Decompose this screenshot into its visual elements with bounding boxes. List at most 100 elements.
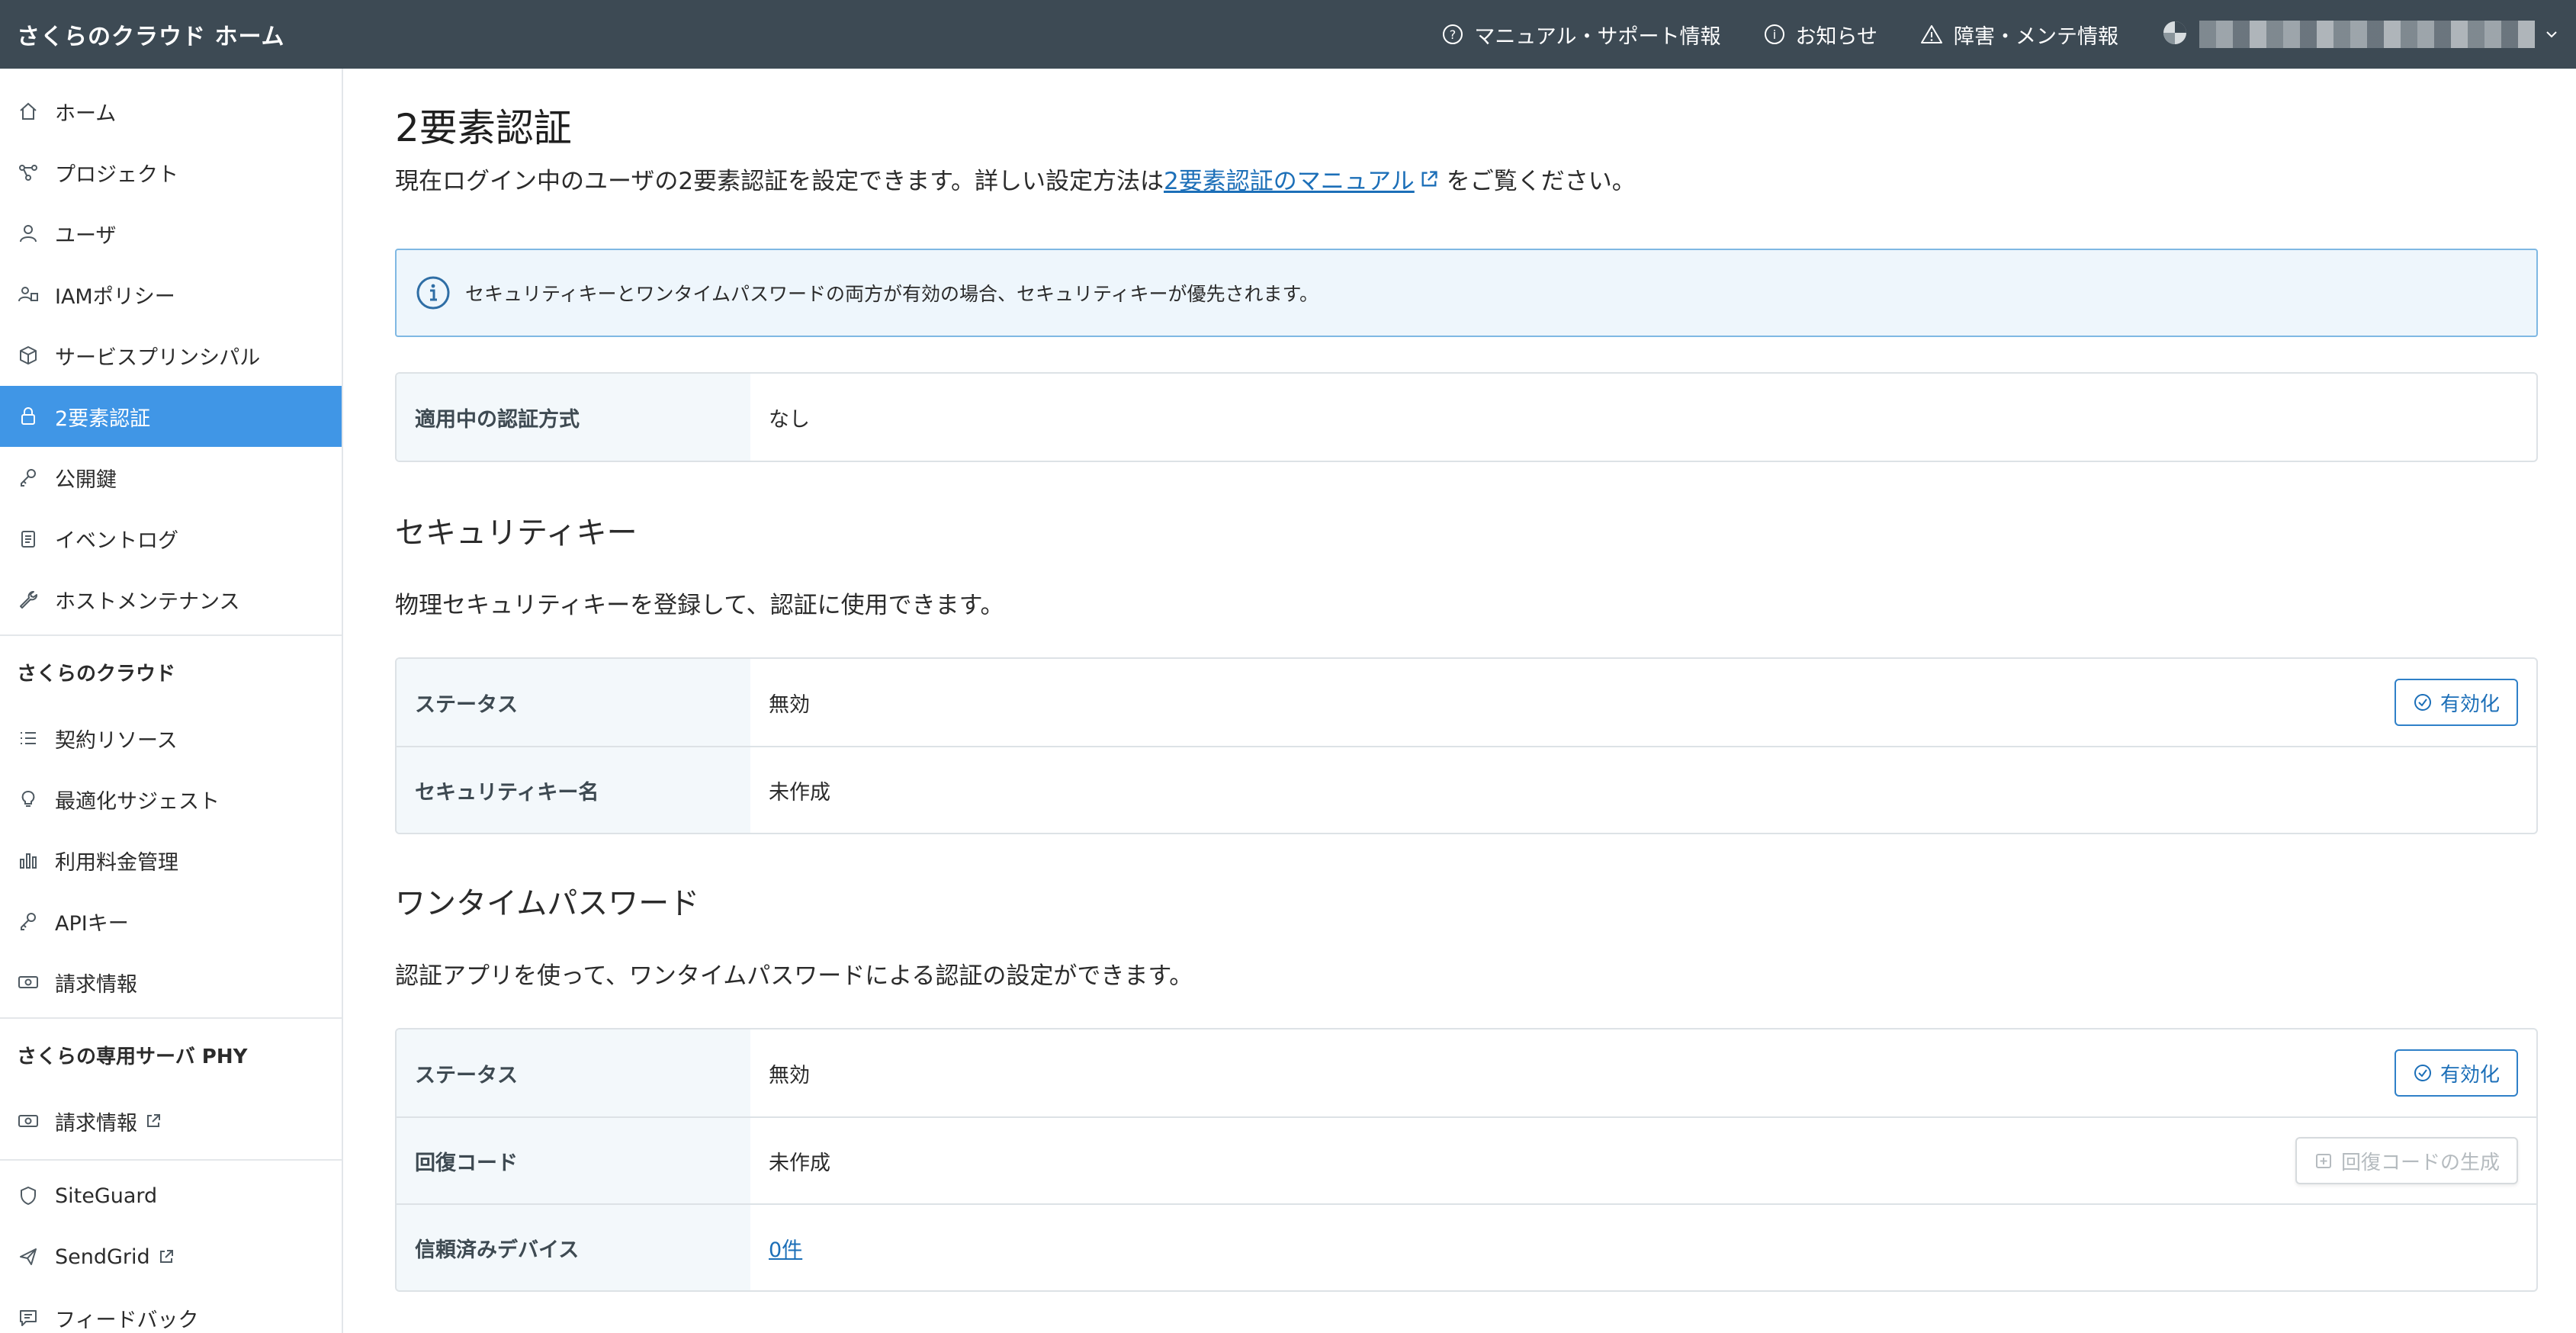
enable-button-label: 有効化 (2439, 1063, 2500, 1087)
enable-button-label: 有効化 (2439, 692, 2500, 716)
sidebar-item-host-maintenance[interactable]: ホストメンテナンス (0, 569, 342, 630)
manual-support-label: マニュアル・サポート情報 (1474, 24, 1721, 49)
feedback-icon (17, 1308, 40, 1328)
user-avatar-icon (2161, 19, 2189, 50)
table-row: ステータス 無効 有効化 (397, 1029, 2536, 1116)
sidebar-item-service-principal[interactable]: サービスプリンシパル (0, 325, 342, 386)
page-title: 2要素認証 (395, 106, 572, 150)
sidebar-section-phy: さくらの専用サーバ PHY (0, 1017, 342, 1090)
sidebar-item-invoice[interactable]: 請求情報 (0, 952, 342, 1013)
svg-text:?: ? (1450, 27, 1457, 42)
lead-prefix: 現在ログイン中のユーザの2要素認証を設定できます。詳しい設定方法は (395, 168, 1164, 195)
page-lead: 現在ログイン中のユーザの2要素認証を設定できます。詳しい設定方法は 2要素認証の… (395, 162, 1636, 196)
send-icon (17, 1247, 40, 1267)
security-key-title: セキュリティキー (395, 516, 638, 551)
sidebar-item-event-log[interactable]: イベントログ (0, 508, 342, 569)
top-links: ? マニュアル・サポート情報 i お知らせ 障害・メンテ情報 (1442, 0, 2576, 69)
lightbulb-icon (17, 789, 40, 809)
table-row: 適用中の認証方式 なし (397, 374, 2536, 461)
incident-maintenance-link[interactable]: 障害・メンテ情報 (1920, 20, 2118, 50)
recovery-code-value: 未作成 (769, 1151, 830, 1175)
security-key-enable-button[interactable]: 有効化 (2394, 679, 2518, 726)
security-key-table: ステータス 無効 有効化 セキュリティキー名 未作成 (395, 657, 2538, 834)
info-text: セキュリティキーとワンタイムパスワードの両方が有効の場合、セキュリティキーが優先… (465, 283, 1319, 305)
sidebar-item-api-key[interactable]: APIキー (0, 891, 342, 952)
sidebar-item-two-factor[interactable]: 2要素認証 (0, 386, 342, 447)
sidebar-item-label: SiteGuard (55, 1184, 158, 1208)
key-icon (17, 911, 40, 931)
sidebar-item-optimize-suggest[interactable]: 最適化サジェスト (0, 769, 342, 830)
sidebar-item-phy-invoice[interactable]: 請求情報 (0, 1090, 342, 1152)
external-link-icon (145, 1113, 162, 1129)
cube-icon (17, 345, 40, 365)
trusted-devices-label: 信頼済みデバイス (397, 1205, 750, 1290)
user-menu[interactable] (2161, 19, 2559, 50)
sidebar-item-user[interactable]: ユーザ (0, 203, 342, 264)
money-icon (17, 972, 40, 992)
check-circle-icon (2413, 692, 2433, 712)
sidebar-item-label: 契約リソース (55, 728, 178, 753)
wrench-icon (17, 589, 40, 609)
brand-title[interactable]: さくらのクラウド ホーム (17, 18, 285, 51)
warning-triangle-icon (1920, 24, 1943, 45)
incident-maintenance-label: 障害・メンテ情報 (1954, 24, 2118, 49)
sidebar-item-label: SendGrid (55, 1245, 150, 1269)
sidebar-item-home[interactable]: ホーム (0, 81, 342, 142)
table-row: 回復コード 未作成 回復コードの生成 (397, 1116, 2536, 1203)
otp-title: ワンタイムパスワード (395, 886, 700, 921)
otp-status-label: ステータス (397, 1029, 750, 1116)
sidebar-item-label: IAMポリシー (55, 284, 175, 309)
info-alert: セキュリティキーとワンタイムパスワードの両方が有効の場合、セキュリティキーが優先… (395, 249, 2538, 337)
home-icon (17, 101, 40, 121)
main-content: 2要素認証 現在ログイン中のユーザの2要素認証を設定できます。詳しい設定方法は … (395, 69, 2538, 1333)
bar-chart-icon (17, 850, 40, 870)
sidebar-divider (0, 1159, 342, 1165)
current-method-value: なし (769, 407, 810, 432)
recovery-code-label: 回復コード (397, 1118, 750, 1203)
sidebar-item-public-key[interactable]: 公開鍵 (0, 447, 342, 508)
security-key-status-label: ステータス (397, 659, 750, 746)
sidebar-item-iam-policy[interactable]: IAMポリシー (0, 264, 342, 325)
sidebar-item-label: プロジェクト (55, 162, 178, 187)
sidebar-item-label: サービスプリンシパル (55, 345, 261, 370)
otp-enable-button[interactable]: 有効化 (2394, 1049, 2518, 1097)
current-method-label: 適用中の認証方式 (397, 374, 750, 461)
sidebar-item-billing-management[interactable]: 利用料金管理 (0, 830, 342, 891)
otp-table: ステータス 無効 有効化 回復コード 未作成 回復コードの生成 信頼済みデバイス (395, 1028, 2538, 1292)
otp-status-value: 無効 (769, 1063, 810, 1087)
table-row: 信頼済みデバイス 0件 (397, 1203, 2536, 1290)
sidebar-item-label: ホーム (55, 101, 117, 126)
otp-desc: 認証アプリを使って、ワンタイムパスワードによる認証の設定ができます。 (395, 962, 1193, 990)
sidebar-item-contract-resources[interactable]: 契約リソース (0, 708, 342, 769)
sidebar-item-project[interactable]: プロジェクト (0, 142, 342, 203)
money-icon (17, 1111, 40, 1131)
current-method-table: 適用中の認証方式 なし (395, 372, 2538, 462)
external-link-icon (1419, 169, 1439, 189)
user-icon (17, 223, 40, 243)
info-circle-icon (415, 275, 451, 311)
sidebar-item-label: 利用料金管理 (55, 850, 178, 875)
sidebar-item-sendgrid[interactable]: SendGrid (0, 1226, 342, 1287)
project-icon (17, 162, 40, 182)
trusted-devices-cell: 0件 (750, 1205, 2536, 1290)
sidebar-section-cloud: さくらのクラウド (0, 634, 342, 708)
manual-link[interactable]: 2要素認証のマニュアル (1164, 162, 1415, 196)
sidebar-item-label: 2要素認証 (55, 406, 151, 431)
check-circle-icon (2413, 1063, 2433, 1083)
trusted-devices-link[interactable]: 0件 (769, 1233, 802, 1263)
generate-recovery-code-button[interactable]: 回復コードの生成 (2295, 1137, 2518, 1184)
manual-support-link[interactable]: ? マニュアル・サポート情報 (1442, 20, 1721, 50)
news-link[interactable]: i お知らせ (1764, 20, 1877, 50)
svg-text:i: i (1772, 27, 1775, 42)
sidebar-item-label: 最適化サジェスト (55, 789, 220, 814)
info-circle-icon: i (1764, 24, 1785, 45)
external-link-icon (158, 1248, 175, 1265)
lead-suffix: をご覧ください。 (1446, 168, 1636, 195)
shield-icon (17, 1186, 40, 1206)
sidebar-item-feedback[interactable]: フィードバック (0, 1287, 342, 1333)
sidebar-item-siteguard[interactable]: SiteGuard (0, 1165, 342, 1226)
sidebar-item-label: ホストメンテナンス (55, 589, 240, 614)
recovery-button-label: 回復コードの生成 (2340, 1151, 2500, 1174)
add-file-icon (2314, 1151, 2333, 1171)
news-label: お知らせ (1795, 24, 1877, 49)
